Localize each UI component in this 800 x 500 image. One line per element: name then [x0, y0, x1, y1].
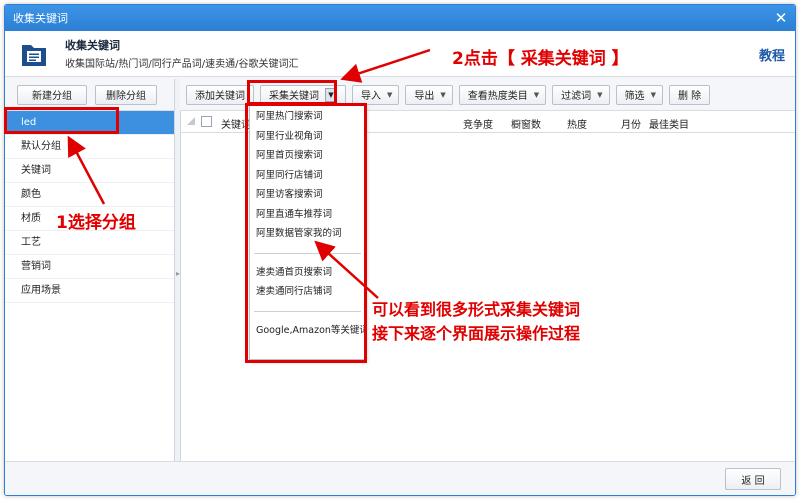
- view-category-label: 查看热度类目: [467, 91, 528, 102]
- menu-separator: [254, 310, 361, 312]
- group-item[interactable]: 应用场景: [5, 279, 174, 303]
- group-item[interactable]: 默认分组: [5, 135, 174, 159]
- header-text: 收集关键词 收集国际站/热门词/同行产品词/速卖通/谷歌关键词汇: [65, 37, 298, 70]
- collect-keyword-menu: 阿里热门搜索词 阿里行业视角词 阿里首页搜索词 阿里同行店铺词 阿里访客搜索词 阿里直通车…: [249, 104, 366, 360]
- export-dropdown[interactable]: 导出 ▼: [405, 84, 453, 105]
- menu-item[interactable]: 阿里行业视角词: [250, 127, 365, 147]
- menu-item[interactable]: 阿里直通车推荐词: [250, 205, 365, 225]
- filter-words-dropdown[interactable]: 过滤词 ▼: [552, 84, 610, 105]
- close-icon[interactable]: ✕: [767, 5, 795, 31]
- menu-item[interactable]: 阿里数据管家我的词: [250, 224, 365, 244]
- new-group-button[interactable]: 新建分组: [17, 84, 87, 105]
- collect-keyword-label: 采集关键词: [269, 91, 319, 102]
- select-all-checkbox[interactable]: [201, 116, 212, 127]
- group-item[interactable]: 工艺: [5, 231, 174, 255]
- group-panel: 新建分组 删除分组 led 默认分组 关键词 颜色 材质 工艺 营销词 应用场景: [5, 79, 175, 463]
- footer: 返 回: [5, 461, 795, 495]
- window-title: 收集关键词: [13, 12, 68, 25]
- col-month[interactable]: 月份: [621, 116, 641, 131]
- tutorial-link[interactable]: 教程: [759, 45, 785, 64]
- group-item[interactable]: led: [5, 111, 174, 135]
- import-dropdown[interactable]: 导入 ▼: [352, 84, 400, 105]
- annotation-note: 可以看到很多形式采集关键词 接下来逐个界面展示操作过程: [372, 298, 580, 346]
- menu-item[interactable]: 速卖通同行店铺词: [250, 282, 365, 302]
- menu-item[interactable]: 阿里同行店铺词: [250, 166, 365, 186]
- header: 收集关键词 收集国际站/热门词/同行产品词/速卖通/谷歌关键词汇 教程: [5, 31, 795, 77]
- chevron-down-icon: ▼: [533, 90, 540, 99]
- col-heat[interactable]: 热度: [567, 116, 587, 131]
- group-list: led 默认分组 关键词 颜色 材质 工艺 营销词 应用场景: [5, 111, 174, 303]
- menu-item[interactable]: 阿里热门搜索词: [250, 107, 365, 127]
- export-label: 导出: [414, 91, 435, 102]
- chevron-down-icon: ▼: [597, 90, 603, 99]
- collect-keyword-dropdown[interactable]: 采集关键词 ▼: [260, 84, 346, 105]
- group-toolbar: 新建分组 删除分组: [5, 79, 174, 111]
- header-subtitle: 收集国际站/热门词/同行产品词/速卖通/谷歌关键词汇: [65, 59, 299, 70]
- chevron-down-icon: ▼: [387, 90, 393, 99]
- col-showcase[interactable]: 橱窗数: [511, 116, 541, 131]
- sort-corner-icon: [187, 117, 195, 125]
- delete-group-button[interactable]: 删除分组: [95, 84, 157, 105]
- col-keyword[interactable]: 关键词: [221, 116, 251, 131]
- annotation-note-line1: 可以看到很多形式采集关键词: [372, 300, 581, 319]
- add-keyword-button[interactable]: 添加关键词: [186, 84, 254, 105]
- delete-button[interactable]: 删 除: [668, 84, 711, 105]
- menu-item[interactable]: 阿里访客搜索词: [250, 185, 365, 205]
- menu-item[interactable]: 速卖通首页搜索词: [250, 263, 365, 283]
- chevron-down-icon: ▼: [650, 90, 656, 99]
- collect-keywords-window: 收集关键词 ✕ 收集关键词 收集国际站/热门词/同行产品词/速卖通/谷歌关键词汇…: [4, 4, 796, 496]
- filter-dropdown[interactable]: 筛选 ▼: [615, 84, 663, 105]
- group-item[interactable]: 关键词: [5, 159, 174, 183]
- import-label: 导入: [361, 91, 381, 102]
- menu-group-aliexpress: 速卖通首页搜索词 速卖通同行店铺词: [250, 263, 365, 302]
- view-category-dropdown[interactable]: 查看热度类目 ▼: [458, 84, 547, 105]
- group-item[interactable]: 颜色: [5, 183, 174, 207]
- menu-item[interactable]: 阿里首页搜索词: [250, 146, 365, 166]
- menu-group-google: Google,Amazon等关键词: [250, 321, 365, 341]
- menu-separator: [254, 252, 361, 254]
- title-bar: 收集关键词 ✕: [5, 5, 795, 31]
- folder-doc-icon: [19, 39, 49, 69]
- menu-item[interactable]: Google,Amazon等关键词: [250, 321, 365, 341]
- annotation-step1: 1选择分组: [56, 213, 136, 233]
- col-competition[interactable]: 竞争度: [463, 116, 493, 131]
- group-item[interactable]: 营销词: [5, 255, 174, 279]
- annotation-step2: 2点击【 采集关键词 】: [452, 49, 629, 69]
- col-best-category[interactable]: 最佳类目: [649, 116, 689, 131]
- chevron-down-icon: ▼: [440, 90, 446, 99]
- filter-words-label: 过滤词: [561, 91, 592, 102]
- menu-group-alibaba: 阿里热门搜索词 阿里行业视角词 阿里首页搜索词 阿里同行店铺词 阿里访客搜索词 阿里直通车…: [250, 107, 365, 244]
- annotation-note-line2: 接下来逐个界面展示操作过程: [372, 324, 581, 343]
- chevron-down-icon: ▼: [325, 87, 337, 102]
- back-button[interactable]: 返 回: [725, 468, 781, 490]
- filter-label: 筛选: [624, 91, 645, 102]
- header-title: 收集关键词: [65, 39, 120, 52]
